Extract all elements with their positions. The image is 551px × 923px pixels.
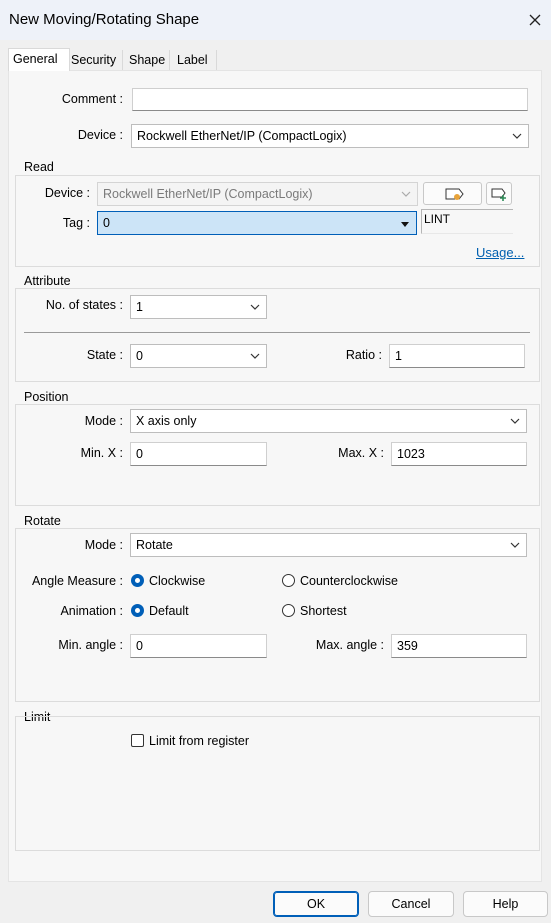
tag-browse-button[interactable] xyxy=(423,182,482,205)
tag-label: Tag : xyxy=(62,216,90,230)
limit-register-label[interactable]: Limit from register xyxy=(149,734,249,748)
tag-select[interactable]: 0 xyxy=(97,211,417,235)
animation-label: Animation : xyxy=(60,604,123,618)
rotate-mode-value: Rotate xyxy=(136,538,173,552)
angle-measure-label: Angle Measure : xyxy=(31,574,123,588)
min-x-label: Min. X : xyxy=(80,446,123,460)
chevron-down-icon xyxy=(510,542,520,548)
chevron-down-icon xyxy=(250,304,260,310)
rotate-mode-select[interactable]: Rotate xyxy=(130,533,527,557)
data-type-label: LINT xyxy=(424,212,451,226)
read-device-value: Rockwell EtherNet/IP (CompactLogix) xyxy=(103,187,313,201)
add-tag-icon xyxy=(491,188,506,201)
states-select[interactable]: 1 xyxy=(130,295,267,319)
tab-label[interactable]: Label xyxy=(173,50,212,70)
default-radio[interactable] xyxy=(131,604,144,617)
position-mode-value: X axis only xyxy=(136,414,197,428)
attribute-divider xyxy=(24,332,530,333)
ok-button[interactable]: OK xyxy=(273,891,359,917)
position-mode-label: Mode : xyxy=(84,414,123,428)
max-x-input[interactable]: 1023 xyxy=(391,442,527,466)
attribute-group-title: Attribute xyxy=(24,274,71,288)
position-group-title: Position xyxy=(24,390,69,404)
tab-shape[interactable]: Shape xyxy=(125,50,169,70)
dropdown-arrow-icon xyxy=(401,222,409,227)
cancel-button[interactable]: Cancel xyxy=(368,891,454,917)
states-label: No. of states : xyxy=(45,298,123,312)
states-select-value: 1 xyxy=(136,300,143,314)
chevron-down-icon xyxy=(250,353,260,359)
comment-input[interactable] xyxy=(132,88,528,111)
device-label: Device : xyxy=(77,128,123,142)
position-mode-select[interactable]: X axis only xyxy=(130,409,527,433)
tab-general[interactable]: General xyxy=(8,48,70,71)
usage-link[interactable]: Usage... xyxy=(476,245,524,260)
min-x-input[interactable]: 0 xyxy=(130,442,267,466)
limit-register-checkbox[interactable] xyxy=(131,734,144,747)
counterclockwise-label[interactable]: Counterclockwise xyxy=(300,574,398,588)
close-icon[interactable] xyxy=(522,8,548,32)
rotate-group-title: Rotate xyxy=(24,514,61,528)
chevron-down-icon xyxy=(510,418,520,424)
chevron-down-icon xyxy=(512,133,522,139)
ratio-label: Ratio : xyxy=(345,348,382,362)
ratio-input[interactable]: 1 xyxy=(389,344,525,368)
max-angle-input[interactable]: 359 xyxy=(391,634,527,658)
clockwise-label[interactable]: Clockwise xyxy=(149,574,205,588)
max-x-label: Max. X : xyxy=(338,446,384,460)
max-angle-label: Max. angle : xyxy=(315,638,384,652)
default-label[interactable]: Default xyxy=(149,604,189,618)
device-select-value: Rockwell EtherNet/IP (CompactLogix) xyxy=(137,129,347,143)
min-angle-label: Min. angle : xyxy=(58,638,123,652)
tag-select-value: 0 xyxy=(103,216,110,230)
device-select[interactable]: Rockwell EtherNet/IP (CompactLogix) xyxy=(131,124,529,148)
window-title: New Moving/Rotating Shape xyxy=(9,11,200,28)
chevron-down-icon xyxy=(401,191,411,197)
read-device-select: Rockwell EtherNet/IP (CompactLogix) xyxy=(97,182,418,206)
min-angle-input[interactable]: 0 xyxy=(130,634,267,658)
read-group-title: Read xyxy=(24,160,54,174)
shortest-radio[interactable] xyxy=(282,604,295,617)
read-device-label: Device : xyxy=(44,186,90,200)
rotate-mode-label: Mode : xyxy=(84,538,123,552)
tab-security[interactable]: Security xyxy=(67,50,120,70)
counterclockwise-radio[interactable] xyxy=(282,574,295,587)
state-select-value: 0 xyxy=(136,349,143,363)
clockwise-radio[interactable] xyxy=(131,574,144,587)
tag-browse-icon xyxy=(445,188,464,200)
limit-group xyxy=(15,716,540,851)
state-select[interactable]: 0 xyxy=(130,344,267,368)
help-button[interactable]: Help xyxy=(463,891,548,917)
add-tag-button[interactable] xyxy=(486,182,512,205)
state-label: State : xyxy=(86,348,123,362)
shortest-label[interactable]: Shortest xyxy=(300,604,347,618)
comment-label: Comment : xyxy=(61,92,123,106)
